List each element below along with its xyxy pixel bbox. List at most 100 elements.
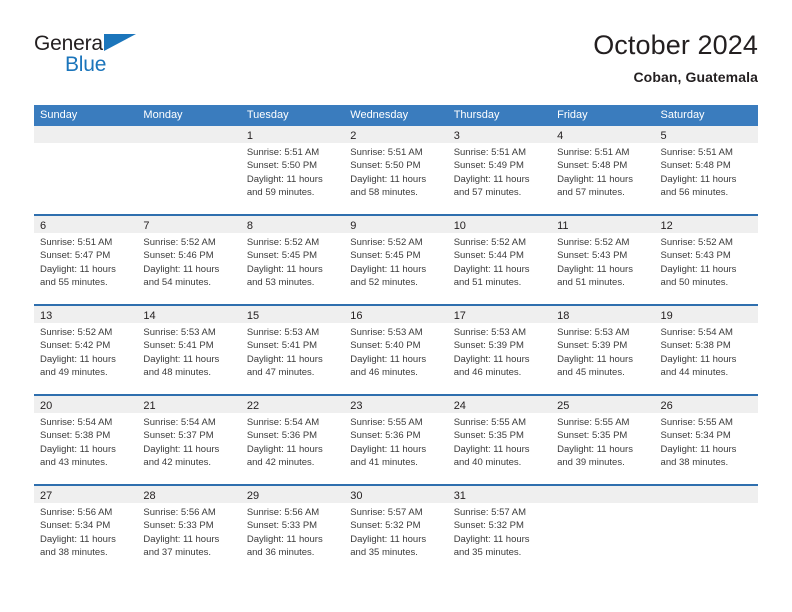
brand-logo[interactable]: General Blue [34,28,149,80]
calendar-day-cell[interactable]: 6 Sunrise: 5:51 AM Sunset: 5:47 PM Daylight… [34,216,138,304]
day-detail-body: Sunrise: 5:51 AM Sunset: 5:49 PM Daylight:… [448,143,551,200]
day-detail-line: and 46 minutes. [453,367,522,379]
day-detail-body: Sunrise: 5:51 AM Sunset: 5:48 PM Daylight:… [551,143,654,200]
day-number: 18 [557,310,570,322]
day-detail-line: Sunrise: 5:54 AM [246,417,320,428]
day-detail-line: Sunset: 5:38 PM [660,340,731,352]
day-detail-body [34,143,137,146]
day-detail-line: Sunset: 5:35 PM [453,430,524,442]
day-detail-line: and 45 minutes. [557,367,625,379]
calendar-day-cell[interactable]: 16 Sunrise: 5:53 AM Sunset: 5:40 PM Dayligh… [344,306,448,394]
day-detail-body: Sunrise: 5:53 AM Sunset: 5:40 PM Daylight:… [344,323,447,380]
day-detail-line: Daylight: 11 hours [453,533,530,545]
day-number-band: 8 [240,216,345,233]
calendar-day-cell[interactable]: 28 Sunrise: 5:56 AM Sunset: 5:33 PM Dayligh… [137,486,241,576]
calendar-day-cell[interactable]: 12 Sunrise: 5:52 AM Sunset: 5:43 PM Dayligh… [654,216,758,304]
day-number: 3 [453,130,460,142]
day-detail-line: and 42 minutes. [246,457,315,469]
day-detail-line: Sunrise: 5:53 AM [557,327,630,338]
calendar-day-cell[interactable]: 3 Sunrise: 5:51 AM Sunset: 5:49 PM Daylight… [447,126,552,214]
calendar-day-cell[interactable]: 7 Sunrise: 5:52 AM Sunset: 5:46 PM Daylight… [137,216,241,304]
day-detail-line: Daylight: 11 hours [350,533,427,545]
calendar-day-cell[interactable]: 18 Sunrise: 5:53 AM Sunset: 5:39 PM Dayligh… [551,306,655,394]
day-number-band: 16 [344,306,448,323]
weekday-header-wednesday: Wednesday [350,109,409,121]
calendar-day-cell[interactable]: 2 Sunrise: 5:51 AM Sunset: 5:50 PM Daylight… [344,126,448,214]
day-detail-line: Daylight: 11 hours [143,353,220,365]
day-detail-line: and 35 minutes. [453,547,522,559]
day-number-band [34,126,138,143]
day-detail-line: Daylight: 11 hours [40,263,116,275]
day-detail-line: Sunrise: 5:55 AM [660,417,733,428]
day-detail-line: and 59 minutes. [246,187,315,199]
day-number-band: 20 [34,396,138,413]
day-detail-body: Sunrise: 5:53 AM Sunset: 5:41 PM Daylight:… [137,323,240,380]
calendar-week-row: 20 Sunrise: 5:54 AM Sunset: 5:38 PM Dayligh… [34,396,758,486]
brand-name-bottom: Blue [65,53,107,76]
day-number: 11 [557,220,569,232]
calendar-day-cell[interactable]: 29 Sunrise: 5:56 AM Sunset: 5:33 PM Dayligh… [240,486,345,576]
day-detail-body: Sunrise: 5:52 AM Sunset: 5:43 PM Daylight:… [655,233,758,290]
day-detail-line: Daylight: 11 hours [453,353,530,365]
calendar-day-cell[interactable]: 5 Sunrise: 5:51 AM Sunset: 5:48 PM Daylight… [654,126,758,214]
calendar-day-cell[interactable]: 13 Sunrise: 5:52 AM Sunset: 5:42 PM Dayligh… [34,306,138,394]
calendar-day-cell[interactable]: 24 Sunrise: 5:55 AM Sunset: 5:35 PM Dayligh… [447,396,552,484]
calendar-day-cell[interactable]: 23 Sunrise: 5:55 AM Sunset: 5:36 PM Dayligh… [344,396,448,484]
day-detail-line: Sunrise: 5:53 AM [246,327,320,338]
day-number-band [654,486,758,503]
day-detail-line: Sunrise: 5:52 AM [40,327,113,338]
calendar-day-cell[interactable]: 20 Sunrise: 5:54 AM Sunset: 5:38 PM Dayligh… [34,396,138,484]
calendar-day-cell[interactable]: 8 Sunrise: 5:52 AM Sunset: 5:45 PM Daylight… [240,216,345,304]
day-detail-body: Sunrise: 5:54 AM Sunset: 5:36 PM Daylight:… [241,413,344,470]
day-number-band: 24 [447,396,552,413]
day-number-band: 13 [34,306,138,323]
calendar-day-cell[interactable]: 22 Sunrise: 5:54 AM Sunset: 5:36 PM Dayligh… [240,396,345,484]
day-number: 24 [453,400,466,412]
day-detail-line: Sunset: 5:44 PM [453,250,524,262]
day-detail-line: Daylight: 11 hours [557,353,633,365]
calendar-day-cell[interactable]: 10 Sunrise: 5:52 AM Sunset: 5:44 PM Dayligh… [447,216,552,304]
calendar-day-cell[interactable]: 21 Sunrise: 5:54 AM Sunset: 5:37 PM Dayligh… [137,396,241,484]
day-detail-line: Sunset: 5:32 PM [453,520,524,532]
day-detail-line: Sunrise: 5:56 AM [40,507,113,518]
day-detail-line: Sunrise: 5:56 AM [246,507,320,518]
day-detail-line: and 35 minutes. [350,547,418,559]
day-number-band: 31 [447,486,552,503]
day-detail-line: and 36 minutes. [246,547,315,559]
day-number: 15 [246,310,260,322]
day-detail-body: Sunrise: 5:53 AM Sunset: 5:41 PM Daylight:… [241,323,344,380]
day-detail-body: Sunrise: 5:51 AM Sunset: 5:50 PM Daylight:… [241,143,344,200]
calendar-day-cell[interactable]: 15 Sunrise: 5:53 AM Sunset: 5:41 PM Dayligh… [240,306,345,394]
calendar-week-row: 1 Sunrise: 5:51 AM Sunset: 5:50 PM Daylight… [34,126,758,216]
calendar-day-cell[interactable]: 1 Sunrise: 5:51 AM Sunset: 5:50 PM Daylight… [240,126,345,214]
day-number-band: 5 [654,126,758,143]
day-detail-line: Sunset: 5:50 PM [246,160,318,172]
day-detail-line: Sunrise: 5:54 AM [143,417,216,428]
day-number-band: 14 [137,306,241,323]
day-detail-line: Sunset: 5:48 PM [557,160,628,172]
day-detail-body: Sunrise: 5:57 AM Sunset: 5:32 PM Daylight:… [448,503,551,560]
calendar-day-cell[interactable]: 4 Sunrise: 5:51 AM Sunset: 5:48 PM Daylight… [551,126,655,214]
day-detail-line: Daylight: 11 hours [660,263,737,275]
calendar-day-cell[interactable]: 11 Sunrise: 5:52 AM Sunset: 5:43 PM Dayligh… [551,216,655,304]
calendar-day-cell[interactable]: 19 Sunrise: 5:54 AM Sunset: 5:38 PM Dayligh… [654,306,758,394]
day-detail-line: and 41 minutes. [350,457,418,469]
day-number-band: 26 [654,396,758,413]
calendar-day-cell[interactable]: 27 Sunrise: 5:56 AM Sunset: 5:34 PM Dayligh… [34,486,138,576]
calendar-day-cell[interactable]: 31 Sunrise: 5:57 AM Sunset: 5:32 PM Dayligh… [447,486,552,576]
calendar-day-cell[interactable]: 30 Sunrise: 5:57 AM Sunset: 5:32 PM Dayligh… [344,486,448,576]
day-number-band: 10 [447,216,552,233]
day-detail-line: Sunset: 5:49 PM [453,160,524,172]
day-detail-body: Sunrise: 5:56 AM Sunset: 5:33 PM Daylight:… [241,503,344,560]
calendar-day-cell[interactable]: 17 Sunrise: 5:53 AM Sunset: 5:39 PM Dayligh… [447,306,552,394]
day-detail-line: and 37 minutes. [143,547,212,559]
day-detail-line: Daylight: 11 hours [660,353,737,365]
calendar-day-cell[interactable]: 25 Sunrise: 5:55 AM Sunset: 5:35 PM Dayligh… [551,396,655,484]
day-detail-line: and 55 minutes. [40,277,108,289]
day-number-band: 11 [551,216,655,233]
calendar-day-cell[interactable]: 9 Sunrise: 5:52 AM Sunset: 5:45 PM Daylight… [344,216,448,304]
day-number-band: 30 [344,486,448,503]
calendar-day-cell[interactable]: 26 Sunrise: 5:55 AM Sunset: 5:34 PM Dayligh… [654,396,758,484]
calendar-day-cell[interactable]: 14 Sunrise: 5:53 AM Sunset: 5:41 PM Dayligh… [137,306,241,394]
day-number: 17 [453,310,466,322]
